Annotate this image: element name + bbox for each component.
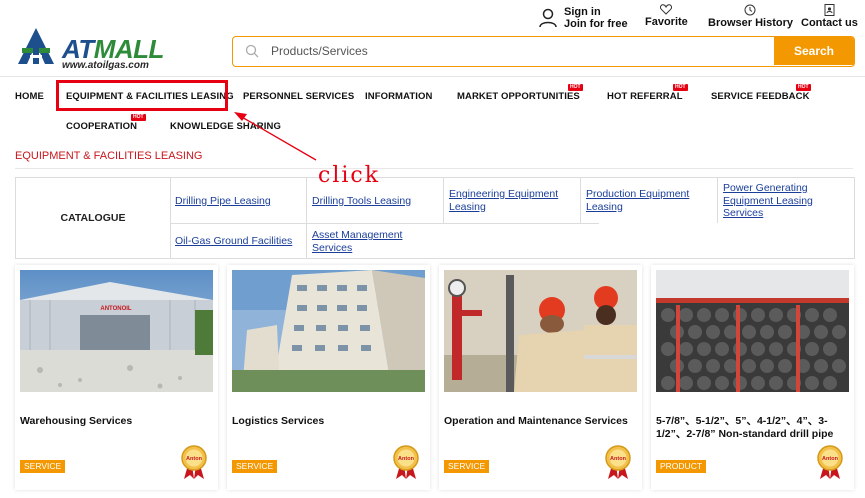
sign-in-link[interactable]: Sign in Join for free: [538, 6, 628, 30]
section-divider: [15, 168, 853, 169]
nav-hot-referral[interactable]: HOT REFERRAL: [607, 91, 683, 102]
warehouse-sign: ANTONOIL: [100, 306, 132, 312]
contact-us-link[interactable]: Contact us: [801, 4, 858, 29]
product-card[interactable]: Operation and Maintenance Services SERVI…: [439, 265, 642, 490]
section-title: EQUIPMENT & FACILITIES LEASING: [15, 150, 203, 162]
product-card[interactable]: 5-7/8”、5-1/2”、5”、4-1/2”、4”、3-1/2”、2-7/8”…: [651, 265, 854, 490]
search-bar: Search: [232, 36, 855, 67]
user-icon: [539, 8, 557, 28]
card-title: Logistics Services: [232, 415, 325, 427]
card-tag: SERVICE: [20, 460, 66, 473]
badge-text: Anton: [398, 456, 415, 462]
card-tag: SERVICE: [232, 460, 278, 473]
anton-medal-icon: Anton: [393, 445, 419, 479]
nav-market-opportunities[interactable]: MARKET OPPORTUNITIES: [457, 91, 580, 102]
logo-url: www.atoilgas.com: [62, 60, 149, 71]
hot-badge: HOT: [131, 114, 146, 121]
favorite-label: Favorite: [645, 16, 688, 28]
nav-cooperation[interactable]: COOPERATION: [66, 121, 137, 132]
catalogue-divider: [443, 178, 444, 223]
card-title: Operation and Maintenance Services: [444, 415, 628, 427]
catalogue-link-drilling-tools[interactable]: Drilling Tools Leasing: [312, 195, 440, 208]
nav-personnel-services[interactable]: PERSONNEL SERVICES: [243, 91, 354, 102]
anton-medal-icon: Anton: [817, 445, 843, 479]
badge-text: Anton: [610, 456, 627, 462]
drill-pipe-photo[interactable]: [656, 270, 849, 392]
nav-home[interactable]: HOME: [15, 91, 44, 102]
search-button[interactable]: Search: [774, 37, 854, 65]
hot-badge: HOT: [568, 84, 583, 91]
catalogue-divider: [717, 178, 718, 223]
hot-badge: HOT: [673, 84, 688, 91]
heart-icon: [660, 4, 673, 15]
catalogue-link-power-generating[interactable]: Power Generating Equipment Leasing Servi…: [723, 182, 851, 220]
card-title: 5-7/8”、5-1/2”、5”、4-1/2”、4”、3-1/2”、2-7/8”…: [656, 415, 834, 440]
catalogue-divider: [171, 223, 599, 224]
anton-medal-icon: Anton: [605, 445, 631, 479]
browser-history-label: Browser History: [708, 17, 793, 29]
atmall-logo[interactable]: ATMALL www.atoilgas.com: [14, 24, 174, 72]
product-card[interactable]: Logistics Services SERVICE Anton: [227, 265, 430, 490]
favorite-link[interactable]: Favorite: [645, 4, 688, 28]
nav-knowledge-sharing[interactable]: KNOWLEDGE SHARING: [170, 121, 281, 132]
nav-information[interactable]: INFORMATION: [365, 91, 432, 102]
catalogue-link-engineering-equipment[interactable]: Engineering Equipment Leasing: [449, 188, 577, 213]
sign-in-label: Sign in: [564, 6, 601, 18]
catalogue-divider: [580, 178, 581, 223]
card-title: Warehousing Services: [20, 415, 133, 427]
anton-medal-icon: Anton: [181, 445, 207, 479]
highlight-box: [56, 80, 228, 111]
catalogue-link-production-equipment[interactable]: Production Equipment Leasing: [586, 188, 714, 213]
clock-icon: [744, 4, 756, 16]
catalogue-link-asset-management[interactable]: Asset Management Services: [312, 229, 440, 254]
workers-photo[interactable]: [444, 270, 637, 392]
product-card[interactable]: ANTONOIL Warehousing Services SERVICE An…: [15, 265, 218, 490]
badge-text: Anton: [186, 456, 203, 462]
warehouse-photo[interactable]: ANTONOIL: [20, 270, 213, 392]
catalogue-label: CATALOGUE: [16, 178, 171, 258]
badge-text: Anton: [822, 456, 839, 462]
nav-service-feedback[interactable]: SERVICE FEEDBACK: [711, 91, 810, 102]
click-annotation: click: [318, 163, 381, 188]
catalogue-link-oil-gas-ground[interactable]: Oil-Gas Ground Facilities: [175, 235, 303, 248]
join-free-label: Join for free: [564, 18, 628, 30]
contact-us-label: Contact us: [801, 17, 858, 29]
catalogue-divider: [306, 178, 307, 258]
header-divider: [0, 76, 865, 77]
browser-history-link[interactable]: Browser History: [708, 4, 793, 29]
hot-badge: HOT: [796, 84, 811, 91]
catalogue-table: CATALOGUE Drilling Pipe Leasing Drilling…: [15, 177, 855, 259]
catalogue-link-drilling-pipe[interactable]: Drilling Pipe Leasing: [175, 195, 303, 208]
building-photo[interactable]: [232, 270, 425, 392]
search-input[interactable]: [271, 37, 771, 65]
search-icon: [245, 44, 259, 58]
card-tag: PRODUCT: [656, 460, 707, 473]
phone-book-icon: [824, 4, 835, 16]
card-tag: SERVICE: [444, 460, 490, 473]
atmall-logo-icon: [18, 28, 54, 64]
header: ATMALL www.atoilgas.com Sign in Join for…: [0, 0, 865, 78]
